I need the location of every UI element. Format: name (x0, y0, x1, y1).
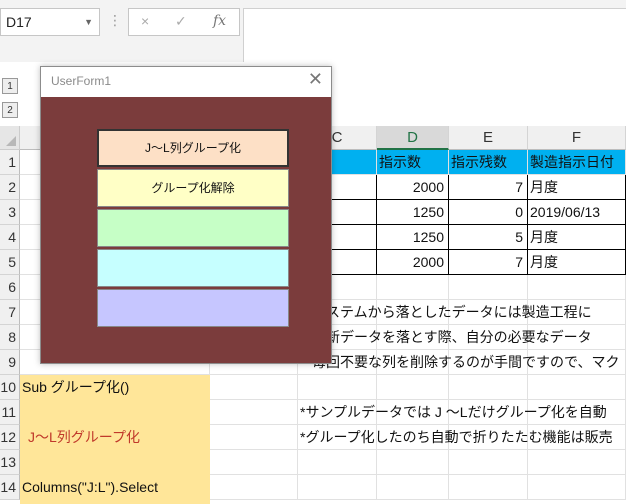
table-cell[interactable]: 7 (449, 175, 528, 200)
table-cell[interactable]: 1250 (377, 225, 449, 250)
lavender-button[interactable] (97, 289, 289, 327)
userform-dialog: UserForm1 ✕ J～L列グループ化 グループ化解除 (40, 66, 332, 364)
row-header-4[interactable]: 4 (0, 225, 20, 250)
row-header-3[interactable]: 3 (0, 200, 20, 225)
name-box[interactable]: D17 ▼ (0, 8, 100, 36)
grid-cell[interactable] (377, 275, 449, 300)
column-header-e[interactable]: E (449, 126, 528, 150)
code-line[interactable]: J～L列グループ化 (26, 425, 210, 450)
grid-cell[interactable] (210, 400, 298, 425)
grid-cell[interactable] (210, 425, 298, 450)
row-header-7[interactable]: 7 (0, 300, 20, 325)
note-text[interactable]: *グループ化したのち自動で折りたたむ機能は販売 (298, 425, 626, 450)
outline-levels: 1 2 (0, 72, 20, 124)
grid-cell[interactable] (528, 275, 626, 300)
grid-cell[interactable] (449, 450, 528, 475)
note-text[interactable]: *サンプルデータでは J ～Lだけグループ化を自動 (298, 400, 626, 425)
note-text[interactable]: システムから落としたデータには製造工程に (310, 300, 626, 325)
row-header-9[interactable]: 9 (0, 350, 20, 375)
more-icon: ⋮ (108, 12, 122, 28)
dialog-body: J～L列グループ化 グループ化解除 (41, 97, 331, 363)
table-cell[interactable]: 月度 (528, 175, 626, 200)
row-header-1[interactable]: 1 (0, 150, 20, 175)
header-cell-remaining-qty[interactable]: 指示残数 (449, 150, 528, 175)
enter-icon[interactable]: ✓ (175, 13, 187, 30)
table-cell[interactable]: 1250 (377, 200, 449, 225)
header-cell-instructed-qty[interactable]: 指示数 (377, 150, 449, 175)
dialog-title: UserForm1 (51, 74, 112, 88)
grid-cell[interactable] (210, 375, 298, 400)
grid-cell[interactable] (210, 450, 298, 475)
cancel-icon[interactable]: × (141, 13, 149, 29)
green-button[interactable] (97, 209, 289, 247)
row-header-12[interactable]: 12 (0, 425, 20, 450)
table-cell[interactable]: 2019/06/13 (528, 200, 626, 225)
grid-cell[interactable] (528, 450, 626, 475)
group-columns-button[interactable]: J～L列グループ化 (97, 129, 289, 167)
table-cell[interactable]: 2000 (377, 175, 449, 200)
row-header-10[interactable]: 10 (0, 375, 20, 400)
grid-cell[interactable] (298, 450, 377, 475)
grid-cell[interactable] (449, 275, 528, 300)
table-cell[interactable]: 月度 (528, 225, 626, 250)
formula-input[interactable] (243, 8, 626, 62)
table-cell[interactable]: 5 (449, 225, 528, 250)
outline-level-2-button[interactable]: 2 (2, 102, 18, 118)
name-box-value: D17 (6, 14, 32, 30)
table-cell[interactable]: 月度 (528, 250, 626, 275)
row-header-5[interactable]: 5 (0, 250, 20, 275)
row-header-13[interactable]: 13 (0, 450, 20, 475)
outline-level-1-button[interactable]: 1 (2, 78, 18, 94)
column-header-f[interactable]: F (528, 126, 626, 150)
grid-cell[interactable] (298, 375, 377, 400)
insert-function-icon[interactable]: fx (213, 13, 226, 29)
formula-bar: D17 ▼ ⋮ × ✓ fx (0, 0, 626, 62)
column-header-d[interactable]: D (377, 126, 449, 150)
note-text[interactable]: 最新データを落とす際、自分の必要なデータ (310, 325, 626, 350)
grid-cell[interactable] (528, 475, 626, 500)
row-header-11[interactable]: 11 (0, 400, 20, 425)
row-header-8[interactable]: 8 (0, 325, 20, 350)
table-cell[interactable]: 7 (449, 250, 528, 275)
grid-cell[interactable] (449, 375, 528, 400)
code-line[interactable]: Sub グループ化() (20, 375, 210, 400)
row-header-6[interactable]: 6 (0, 275, 20, 300)
grid-cell[interactable] (377, 475, 449, 500)
grid-cell[interactable] (210, 475, 298, 500)
grid-cell[interactable] (377, 375, 449, 400)
row-header-14[interactable]: 14 (0, 475, 20, 500)
grid-cell[interactable] (377, 450, 449, 475)
note-text[interactable]: 毎回不要な列を削除するのが手間ですので、マク (310, 350, 626, 375)
table-cell[interactable]: 0 (449, 200, 528, 225)
cyan-button[interactable] (97, 249, 289, 287)
header-cell-instruction-date[interactable]: 製造指示日付 (528, 150, 626, 175)
chevron-down-icon[interactable]: ▼ (84, 9, 93, 35)
ungroup-button[interactable]: グループ化解除 (97, 169, 289, 207)
close-icon[interactable]: ✕ (308, 69, 323, 90)
grid-cell[interactable] (449, 475, 528, 500)
formula-buttons: × ✓ fx (128, 8, 240, 36)
row-header-2[interactable]: 2 (0, 175, 20, 200)
table-cell[interactable]: 2000 (377, 250, 449, 275)
grid-cell[interactable] (298, 475, 377, 500)
code-line[interactable]: Columns("J:L").Select (20, 475, 210, 500)
grid-cell[interactable] (528, 375, 626, 400)
select-all-corner[interactable] (0, 126, 20, 150)
